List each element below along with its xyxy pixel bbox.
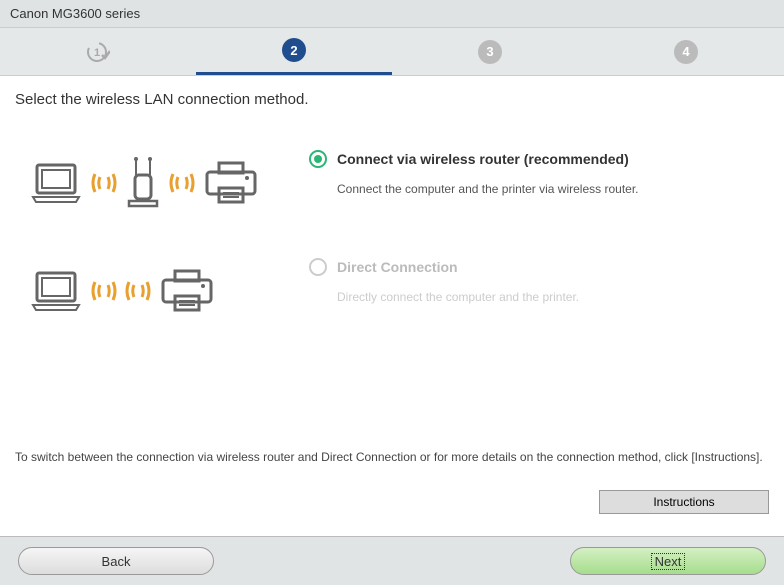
option-direct-desc: Directly connect the computer and the pr… [337, 290, 769, 304]
option-router-graphic [29, 148, 279, 218]
back-button[interactable]: Back [18, 547, 214, 575]
main-content: Select the wireless LAN connection metho… [0, 76, 784, 536]
printer-icon [203, 160, 259, 206]
options-group: Connect via wireless router (recommended… [29, 148, 769, 326]
printer-icon [159, 268, 215, 314]
stepper: 1 2 3 4 [0, 28, 784, 76]
page-heading: Select the wireless LAN connection metho… [15, 91, 769, 108]
wifi-icon [91, 168, 117, 198]
option-router-title: Connect via wireless router (recommended… [337, 151, 629, 167]
instructions-button[interactable]: Instructions [599, 490, 769, 514]
option-direct: Direct Connection Directly connect the c… [29, 256, 769, 326]
laptop-icon [29, 161, 83, 205]
option-router-desc: Connect the computer and the printer via… [337, 182, 769, 196]
option-direct-graphic [29, 256, 279, 326]
window-title: Canon MG3600 series [0, 0, 784, 28]
step-2: 2 [196, 28, 392, 75]
step-1-icon: 1 [86, 40, 110, 64]
step-3: 3 [392, 28, 588, 75]
step-2-icon: 2 [282, 38, 306, 62]
step-4-icon: 4 [674, 40, 698, 64]
step-3-icon: 3 [478, 40, 502, 64]
hint-text: To switch between the connection via wir… [15, 448, 769, 466]
option-router[interactable]: Connect via wireless router (recommended… [29, 148, 769, 218]
laptop-icon [29, 269, 83, 313]
router-icon [125, 157, 161, 209]
svg-text:1: 1 [94, 47, 100, 59]
step-4: 4 [588, 28, 784, 75]
step-1: 1 [0, 28, 196, 75]
radio-router[interactable] [309, 150, 327, 168]
radio-direct [309, 258, 327, 276]
wifi-icon [91, 276, 117, 306]
wifi-icon [125, 276, 151, 306]
footer: Back Next [0, 536, 784, 585]
wifi-icon [169, 168, 195, 198]
option-direct-title: Direct Connection [337, 259, 458, 275]
next-button[interactable]: Next [570, 547, 766, 575]
